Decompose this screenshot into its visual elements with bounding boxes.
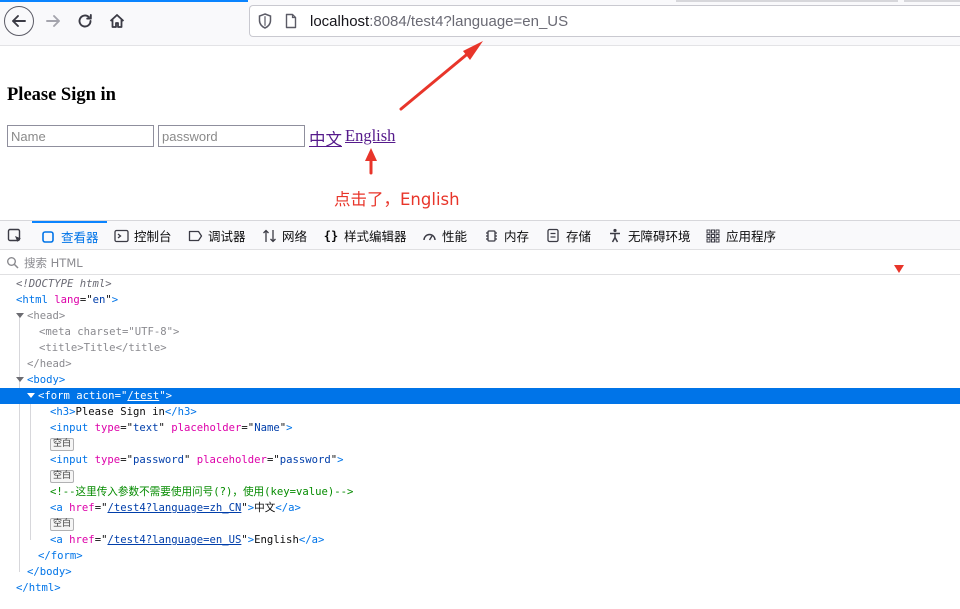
address-bar[interactable]: localhost:8084/test4?language=en_US — [249, 5, 960, 37]
tab-strip-accent — [904, 0, 960, 2]
tree-node-body-close[interactable]: </body> — [0, 564, 960, 580]
back-arrow-icon — [12, 15, 26, 27]
whitespace-badge: 空白 — [50, 517, 75, 531]
search-input[interactable]: 搜索 HTML — [24, 255, 83, 271]
console-icon — [113, 228, 129, 244]
tab-label: 调试器 — [208, 229, 246, 244]
accessibility-icon — [607, 228, 623, 244]
tab-label: 性能 — [442, 229, 468, 244]
whitespace-badge: 空白 — [50, 437, 75, 451]
network-icon — [261, 228, 277, 244]
page-info-icon[interactable] — [278, 6, 304, 36]
forward-arrow-icon — [46, 15, 60, 27]
url-host: localhost — [310, 12, 370, 30]
tab-strip-accent — [676, 0, 898, 2]
home-button[interactable] — [102, 6, 132, 36]
devtools-panel: 查看器 控制台 调试器 网络 {} 样式编辑器 性能 内存 存储 无障碍环境 应用… — [0, 220, 960, 609]
tree-node-head-close[interactable]: </head> — [0, 356, 960, 372]
tab-label: 存储 — [566, 229, 592, 244]
tab-application[interactable]: 应用程序 — [705, 221, 776, 250]
tree-node-body[interactable]: <body> — [0, 372, 960, 388]
tab-label: 网络 — [282, 229, 308, 244]
tree-node-link-zh[interactable]: <a href="/test4?language=zh_CN">中文</a> — [0, 500, 960, 516]
devtools-tab-bar: 查看器 控制台 调试器 网络 {} 样式编辑器 性能 内存 存储 无障碍环境 应用… — [0, 221, 960, 250]
expand-toggle-icon[interactable] — [16, 313, 24, 318]
tree-node-whitespace[interactable]: 空白 — [0, 516, 960, 532]
tree-node-whitespace[interactable]: 空白 — [0, 436, 960, 452]
tab-style-editor[interactable]: {} 样式编辑器 — [323, 221, 407, 250]
forward-button[interactable] — [38, 6, 68, 36]
tab-label: 应用程序 — [726, 229, 777, 244]
reload-icon — [78, 14, 92, 28]
chinese-language-link[interactable]: 中文 — [309, 126, 342, 150]
expand-toggle-icon[interactable] — [27, 393, 35, 398]
tab-label: 无障碍环境 — [628, 229, 691, 244]
tab-console[interactable]: 控制台 — [113, 221, 172, 250]
tree-node-head[interactable]: <head> — [0, 308, 960, 324]
tree-node-html-close[interactable]: </html> — [0, 580, 960, 596]
tree-node-form-close[interactable]: </form> — [0, 548, 960, 564]
performance-icon — [421, 228, 437, 244]
home-icon — [109, 14, 125, 28]
markup-tree: <!DOCTYPE html> <html lang="en"> <head> … — [0, 276, 960, 596]
tree-node-h3[interactable]: <h3>Please Sign in</h3> — [0, 404, 960, 420]
element-picker-icon[interactable] — [4, 226, 26, 246]
tab-label: 内存 — [504, 229, 530, 244]
english-language-link[interactable]: English — [345, 126, 395, 146]
tree-node-doctype[interactable]: <!DOCTYPE html> — [0, 276, 960, 292]
tab-memory[interactable]: 内存 — [483, 221, 529, 250]
tree-node-meta[interactable]: <meta charset="UTF-8"> — [0, 324, 960, 340]
inspector-icon — [40, 229, 56, 245]
reload-button[interactable] — [70, 6, 100, 36]
storage-icon — [545, 228, 561, 244]
html-search-bar[interactable]: 搜索 HTML — [0, 251, 960, 275]
whitespace-badge: 空白 — [50, 469, 75, 483]
cursor-marker-icon — [894, 265, 904, 273]
tab-label: 样式编辑器 — [344, 229, 407, 244]
back-button[interactable] — [4, 6, 34, 36]
tree-node-form-selected[interactable]: <form action="/test"> — [0, 388, 960, 404]
page-content: Please Sign in 中文 English 点击了，English — [0, 47, 960, 220]
tree-node-title[interactable]: <title>Title</title> — [0, 340, 960, 356]
tab-storage[interactable]: 存储 — [545, 221, 591, 250]
style-editor-icon: {} — [323, 228, 339, 243]
tree-node-input-text[interactable]: <input type="text" placeholder="Name"> — [0, 420, 960, 436]
tree-node-link-en[interactable]: <a href="/test4?language=en_US">English<… — [0, 532, 960, 548]
tab-performance[interactable]: 性能 — [421, 221, 467, 250]
tab-label: 查看器 — [61, 230, 99, 245]
memory-icon — [483, 228, 499, 244]
browser-toolbar: localhost:8084/test4?language=en_US — [0, 0, 960, 46]
tab-inspector[interactable]: 查看器 — [32, 221, 107, 250]
tree-node-comment[interactable]: <!--这里传入参数不需要使用问号(?)，使用(key=value)--> — [0, 484, 960, 500]
page-title: Please Sign in — [7, 85, 116, 105]
tab-label: 控制台 — [134, 229, 172, 244]
tree-node-input-password[interactable]: <input type="password" placeholder="pass… — [0, 452, 960, 468]
application-icon — [705, 228, 721, 244]
password-field[interactable] — [158, 125, 305, 147]
tracking-protection-shield-icon[interactable] — [252, 6, 278, 36]
url-path: :8084/test4?language=en_US — [369, 12, 569, 30]
name-field[interactable] — [7, 125, 154, 147]
expand-toggle-icon[interactable] — [16, 377, 24, 382]
tree-node-html[interactable]: <html lang="en"> — [0, 292, 960, 308]
annotation-text: 点击了，English — [334, 190, 460, 209]
tab-strip-accent — [0, 0, 248, 2]
tab-network[interactable]: 网络 — [261, 221, 307, 250]
url-text[interactable]: localhost:8084/test4?language=en_US — [310, 13, 568, 30]
tab-accessibility[interactable]: 无障碍环境 — [607, 221, 691, 250]
debugger-icon — [187, 228, 203, 244]
search-icon — [7, 256, 19, 269]
tab-debugger[interactable]: 调试器 — [187, 221, 246, 250]
tree-node-whitespace[interactable]: 空白 — [0, 468, 960, 484]
